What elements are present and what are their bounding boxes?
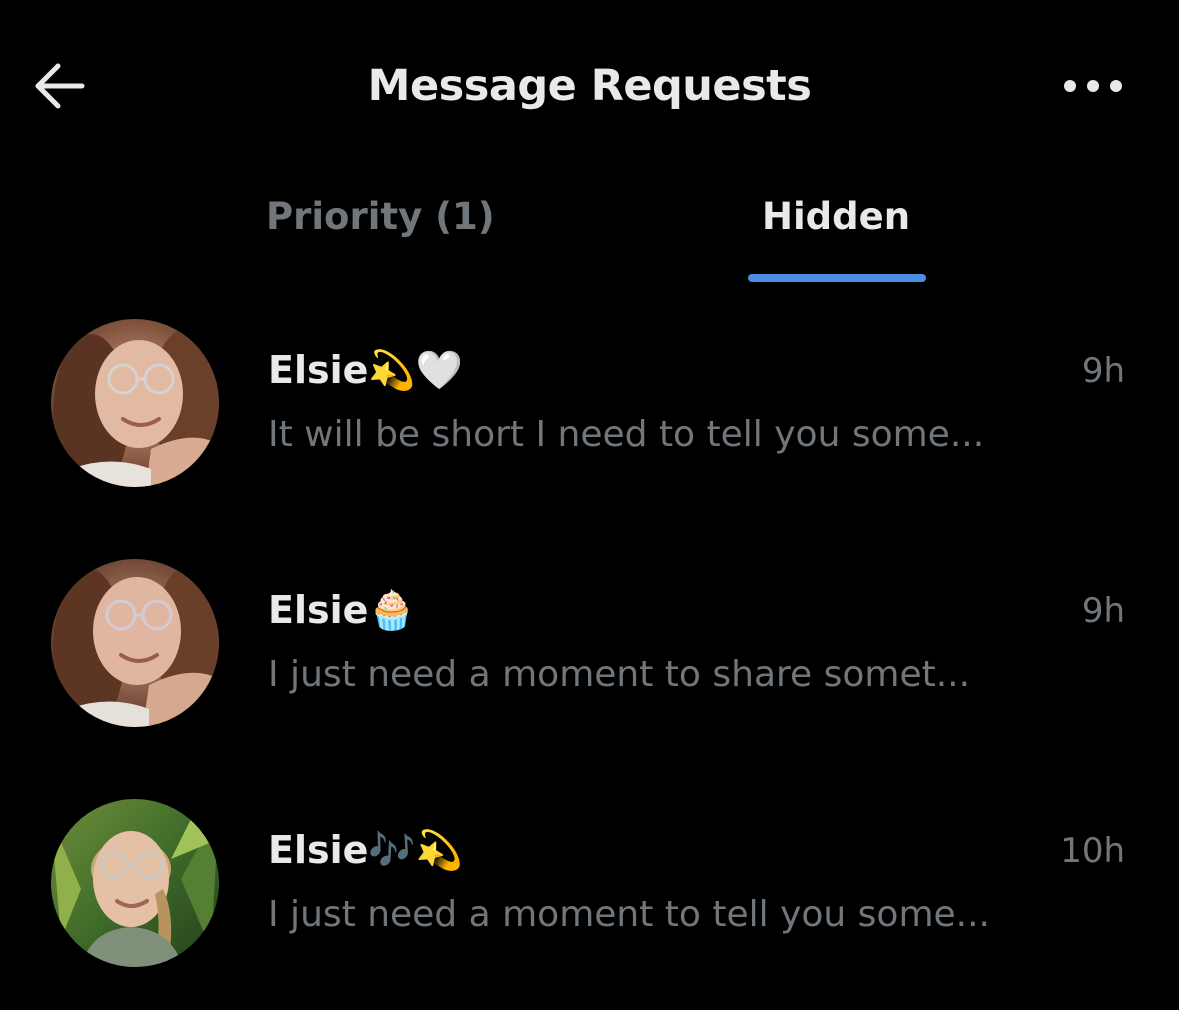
- tab-hidden[interactable]: Hidden: [762, 189, 910, 245]
- sender-name: Elsie🧁: [268, 588, 416, 632]
- timestamp: 9h: [1081, 591, 1125, 631]
- page-title: Message Requests: [367, 61, 812, 111]
- tab-bar: Priority (1) Hidden: [0, 175, 1179, 290]
- sender-name: Elsie💫🤍: [268, 348, 464, 392]
- conversation-row[interactable]: Elsie💫🤍 9h It will be short I need to te…: [0, 290, 1179, 530]
- conversation-row[interactable]: Elsie🎶💫 10h I just need a moment to tell…: [0, 770, 1179, 1010]
- timestamp: 10h: [1060, 831, 1125, 871]
- ellipsis-icon: [1064, 80, 1122, 92]
- timestamp: 9h: [1081, 351, 1125, 391]
- avatar[interactable]: [51, 799, 219, 967]
- profile-photo-icon: [51, 319, 219, 487]
- more-options-button[interactable]: [1058, 62, 1128, 110]
- avatar[interactable]: [51, 319, 219, 487]
- profile-photo-icon: [51, 799, 219, 967]
- conversation-row[interactable]: Elsie🧁 9h I just need a moment to share …: [0, 530, 1179, 770]
- active-tab-indicator: [748, 274, 926, 282]
- tab-priority[interactable]: Priority (1): [266, 189, 495, 245]
- message-preview: It will be short I need to tell you some…: [268, 414, 985, 455]
- avatar[interactable]: [51, 559, 219, 727]
- profile-photo-icon: [51, 559, 219, 727]
- sender-name: Elsie🎶💫: [268, 828, 464, 872]
- top-bar: Message Requests: [0, 0, 1179, 175]
- message-preview: I just need a moment to tell you some...: [268, 894, 991, 935]
- message-preview: I just need a moment to share somet...: [268, 654, 971, 695]
